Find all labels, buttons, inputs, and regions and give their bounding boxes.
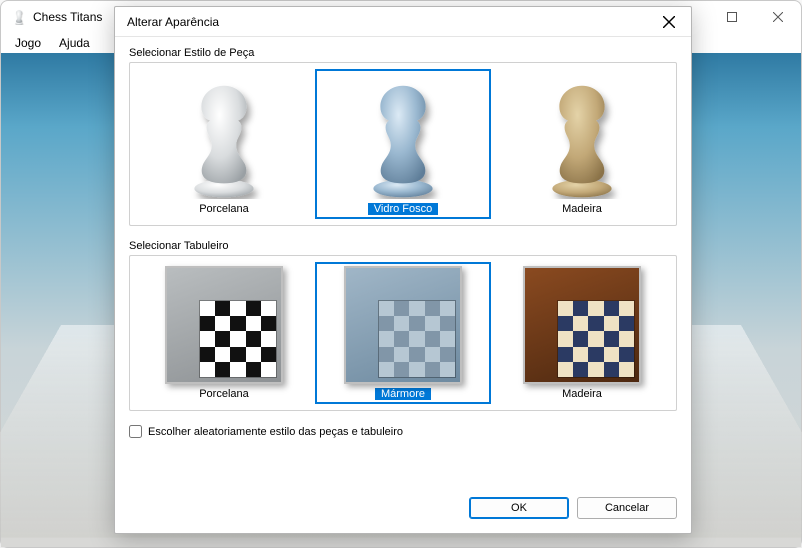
piece-option-porcelana[interactable]: Porcelana <box>136 69 312 219</box>
app-window: Chess Titans Jogo Ajuda Alterar Aparênci… <box>0 0 802 548</box>
dialog-titlebar[interactable]: Alterar Aparência <box>115 7 691 37</box>
board-label: Mármore <box>375 388 431 400</box>
dialog-body: Selecionar Estilo de Peça Porcelana Vidr… <box>115 37 691 438</box>
piece-thumb-porcelana <box>138 73 310 199</box>
board-option-marmore[interactable]: Mármore <box>315 262 491 404</box>
board-style-group: Porcelana Mármore Madeira <box>129 255 677 411</box>
board-option-madeira[interactable]: Madeira <box>494 262 670 404</box>
piece-style-group: Porcelana Vidro Fosco Madeira <box>129 62 677 226</box>
window-title: Chess Titans <box>33 10 102 24</box>
piece-section-label: Selecionar Estilo de Peça <box>129 47 677 59</box>
board-label: Porcelana <box>199 387 249 401</box>
piece-thumb-madeira <box>496 73 668 199</box>
ok-button[interactable]: OK <box>469 497 569 519</box>
board-section-label: Selecionar Tabuleiro <box>129 240 677 252</box>
board-thumb-madeira <box>496 266 668 384</box>
appearance-dialog: Alterar Aparência Selecionar Estilo de P… <box>114 6 692 534</box>
random-checkbox-label[interactable]: Escolher aleatoriamente estilo das peças… <box>148 426 403 438</box>
board-thumb-marmore <box>317 266 489 384</box>
dialog-title: Alterar Aparência <box>127 15 219 29</box>
app-icon <box>11 9 27 25</box>
piece-label: Madeira <box>562 202 602 216</box>
close-icon <box>663 16 675 28</box>
cancel-button[interactable]: Cancelar <box>577 497 677 519</box>
board-thumb-porcelana <box>138 266 310 384</box>
piece-option-vidro-fosco[interactable]: Vidro Fosco <box>315 69 491 219</box>
close-button[interactable] <box>755 1 801 33</box>
menu-ajuda[interactable]: Ajuda <box>51 34 98 52</box>
piece-thumb-vidro <box>317 73 489 199</box>
random-checkbox[interactable] <box>129 425 142 438</box>
dialog-footer: OK Cancelar <box>469 497 677 519</box>
menu-jogo[interactable]: Jogo <box>7 34 49 52</box>
board-label: Madeira <box>562 387 602 401</box>
piece-option-madeira[interactable]: Madeira <box>494 69 670 219</box>
random-checkbox-row: Escolher aleatoriamente estilo das peças… <box>129 425 677 438</box>
piece-label: Porcelana <box>199 202 249 216</box>
dialog-close-button[interactable] <box>646 7 691 36</box>
board-option-porcelana[interactable]: Porcelana <box>136 262 312 404</box>
piece-label: Vidro Fosco <box>368 203 439 215</box>
maximize-button[interactable] <box>709 1 755 33</box>
